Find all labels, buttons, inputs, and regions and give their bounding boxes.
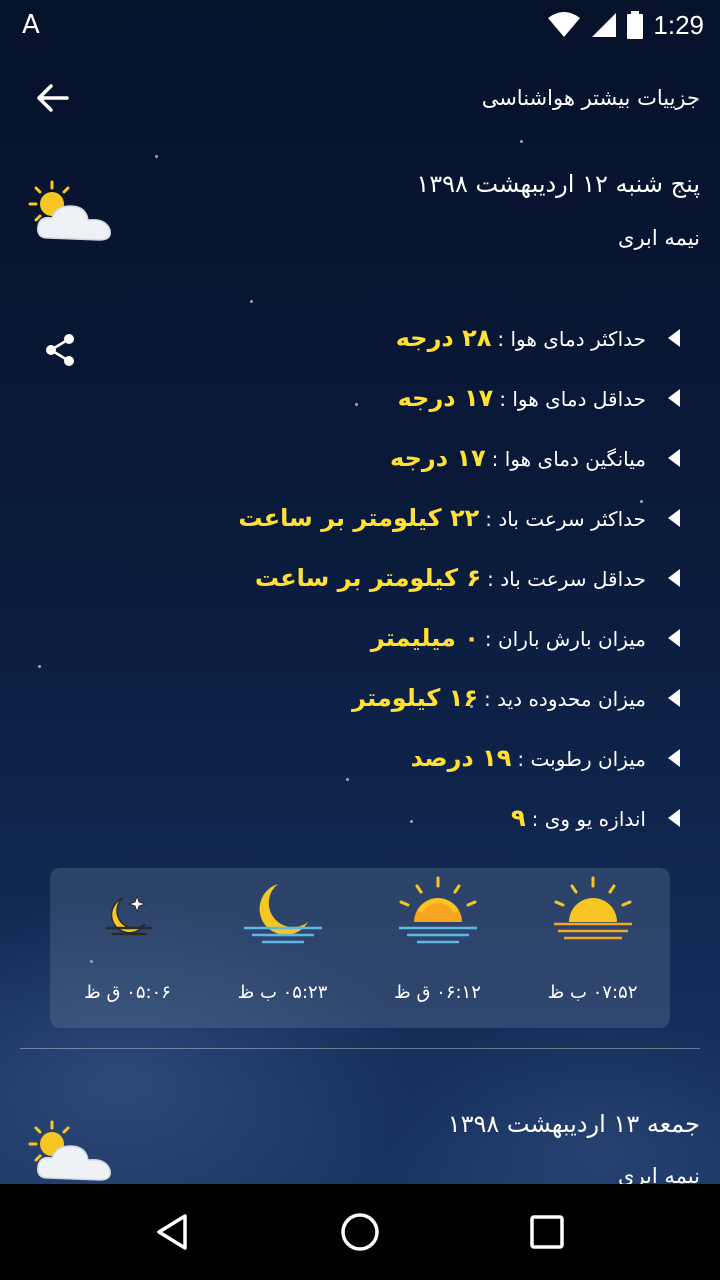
moonset-item: ۰۵:۲۳ ب ظ bbox=[205, 868, 360, 1028]
today-date: پنج شنبه ۱۲ اردیبهشت ۱۳۹۸ bbox=[416, 170, 700, 198]
back-button[interactable] bbox=[30, 76, 74, 120]
weather-details-list: حداکثر دمای هوا : ۲۸ درجه حداقل دمای هوا… bbox=[40, 308, 680, 848]
today-condition: نیمه ابری bbox=[618, 226, 700, 250]
triangle-bullet-icon bbox=[668, 689, 680, 707]
triangle-bullet-icon bbox=[668, 749, 680, 767]
triangle-bullet-icon bbox=[668, 629, 680, 647]
list-item: میزان محدوده دید : ۱۶ کیلومتر bbox=[40, 668, 680, 728]
nav-home-button[interactable] bbox=[330, 1202, 390, 1262]
detail-value: ۹ bbox=[511, 804, 526, 832]
sun-moon-card: ۰۵:۰۶ ق ظ ۰۵:۲۳ ب ظ ۰۶:۱۲ ق ظ ۰۷:۵۲ ب ظ bbox=[50, 868, 670, 1028]
partly-cloudy-icon bbox=[28, 180, 112, 241]
list-item: میزان بارش باران : ۰ میلیمتر bbox=[40, 608, 680, 668]
battery-icon bbox=[627, 11, 644, 39]
circle-home-icon bbox=[341, 1213, 379, 1251]
sunset-item: ۰۷:۵۲ ب ظ bbox=[515, 868, 670, 1028]
moonset-icon bbox=[243, 884, 322, 944]
square-recents-icon bbox=[529, 1215, 564, 1249]
status-bar: A 1:29 bbox=[0, 0, 720, 50]
page-title: جزییات بیشتر هواشناسی bbox=[481, 86, 700, 110]
list-item: حداقل دمای هوا : ۱۷ درجه bbox=[40, 368, 680, 428]
triangle-bullet-icon bbox=[668, 509, 680, 527]
triangle-bullet-icon bbox=[668, 569, 680, 587]
list-item: حداقل سرعت باد : ۶ کیلومتر بر ساعت bbox=[40, 548, 680, 608]
sunset-icon bbox=[553, 876, 632, 940]
wifi-icon bbox=[548, 12, 581, 37]
detail-value: ۰ میلیمتر bbox=[370, 624, 479, 652]
list-item: حداکثر سرعت باد : ۲۲ کیلومتر بر ساعت bbox=[40, 488, 680, 548]
detail-label: میزان بارش باران : bbox=[484, 627, 646, 651]
cell-signal-icon bbox=[592, 13, 617, 37]
triangle-bullet-icon bbox=[668, 449, 680, 467]
detail-label: میانگین دمای هوا : bbox=[491, 447, 646, 471]
detail-label: میزان محدوده دید : bbox=[484, 687, 646, 711]
detail-label: اندازه یو وی : bbox=[531, 807, 646, 831]
list-item: اندازه یو وی : ۹ bbox=[40, 788, 680, 848]
list-item: میانگین دمای هوا : ۱۷ درجه bbox=[40, 428, 680, 488]
sunset-time: ۰۷:۵۲ ب ظ bbox=[547, 982, 638, 1003]
detail-label: حداقل سرعت باد : bbox=[487, 567, 646, 591]
moonrise-item: ۰۵:۰۶ ق ظ bbox=[50, 868, 205, 1028]
list-item: حداکثر دمای هوا : ۲۸ درجه bbox=[40, 308, 680, 368]
triangle-bullet-icon bbox=[668, 389, 680, 407]
app-bar: جزییات بیشتر هواشناسی bbox=[0, 62, 720, 134]
moonset-time: ۰۵:۲۳ ب ظ bbox=[237, 982, 328, 1003]
partly-cloudy-icon bbox=[28, 1120, 112, 1181]
triangle-bullet-icon bbox=[668, 809, 680, 827]
detail-value: ۱۷ درجه bbox=[397, 384, 494, 412]
detail-value: ۱۶ کیلومتر bbox=[352, 684, 479, 712]
detail-label: حداقل دمای هوا : bbox=[499, 387, 646, 411]
nav-recents-button[interactable] bbox=[517, 1202, 577, 1262]
moonrise-time: ۰۵:۰۶ ق ظ bbox=[84, 982, 171, 1003]
detail-value: ۲۲ کیلومتر بر ساعت bbox=[238, 504, 480, 532]
day-divider bbox=[20, 1048, 700, 1049]
sunrise-item: ۰۶:۱۲ ق ظ bbox=[360, 868, 515, 1028]
detail-label: میزان رطوبت : bbox=[517, 747, 646, 771]
system-nav-bar bbox=[0, 1184, 720, 1280]
detail-label: حداکثر دمای هوا : bbox=[497, 327, 646, 351]
triangle-back-icon bbox=[157, 1214, 188, 1250]
detail-value: ۱۷ درجه bbox=[390, 444, 486, 472]
arrow-left-icon bbox=[37, 84, 69, 112]
next-day-date: جمعه ۱۳ اردیبهشت ۱۳۹۸ bbox=[447, 1110, 700, 1138]
detail-value: ۱۹ درصد bbox=[410, 744, 512, 772]
sunrise-icon bbox=[398, 876, 477, 944]
status-clock: 1:29 bbox=[653, 9, 704, 40]
accessibility-indicator-icon: A bbox=[22, 10, 40, 40]
triangle-bullet-icon bbox=[668, 329, 680, 347]
moonrise-icon bbox=[105, 894, 152, 936]
detail-label: حداکثر سرعت باد : bbox=[485, 507, 646, 531]
list-item: میزان رطوبت : ۱۹ درصد bbox=[40, 728, 680, 788]
sunrise-time: ۰۶:۱۲ ق ظ bbox=[394, 982, 481, 1003]
nav-back-button[interactable] bbox=[143, 1202, 203, 1262]
detail-value: ۲۸ درجه bbox=[395, 324, 492, 352]
detail-value: ۶ کیلومتر بر ساعت bbox=[254, 564, 482, 592]
